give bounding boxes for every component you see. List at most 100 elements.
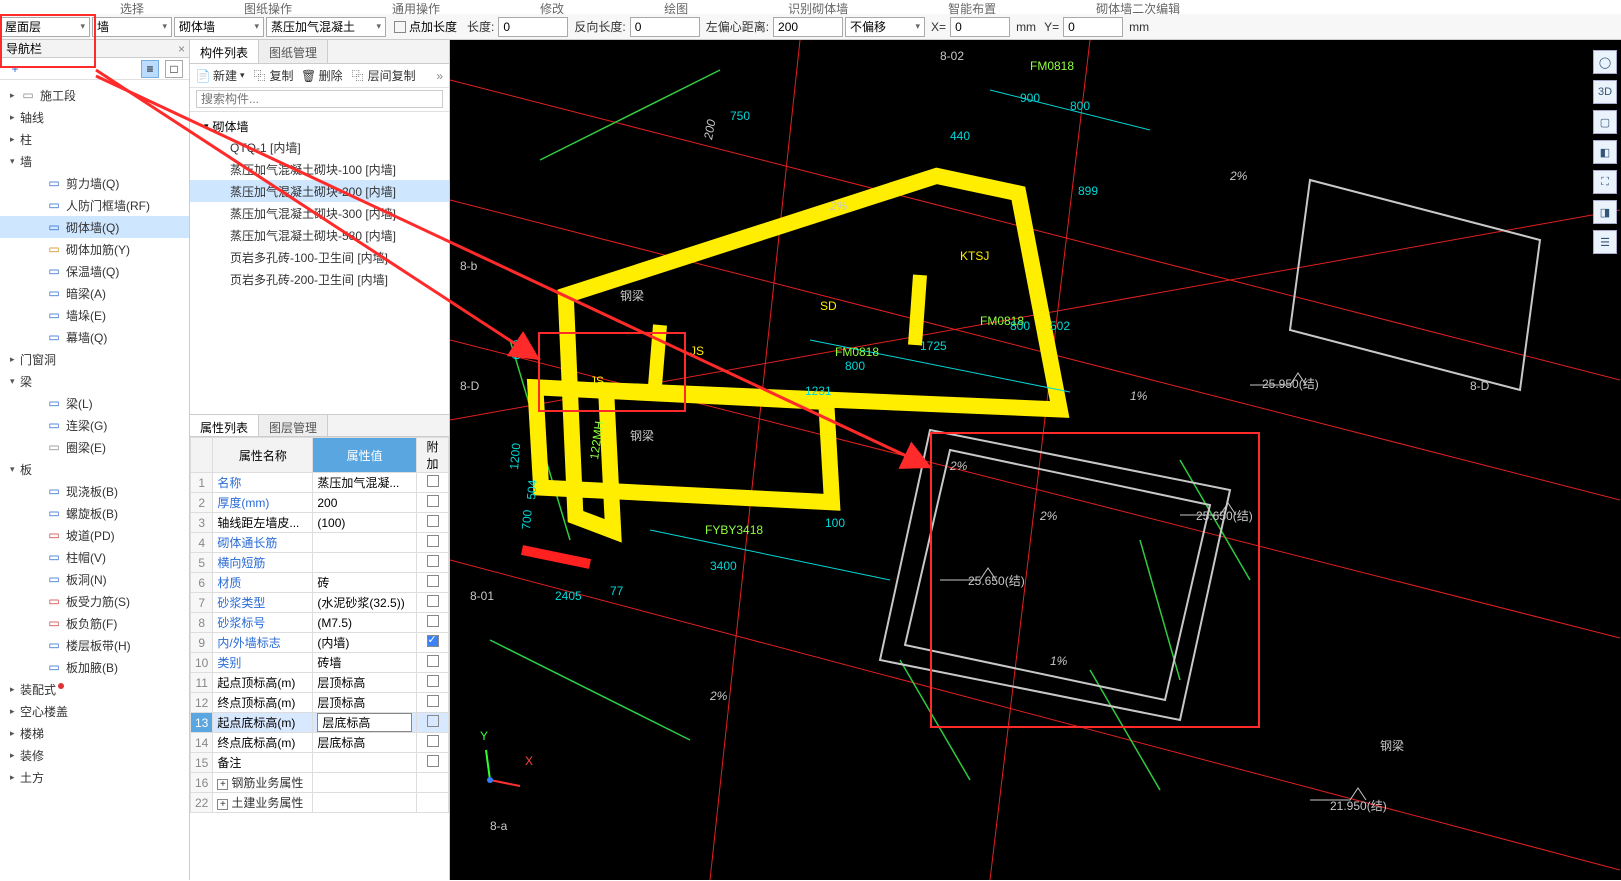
tree-item[interactable]: ▭保温墙(Q) (0, 260, 189, 282)
table-row[interactable]: 6材质砖 (191, 573, 449, 593)
x-input[interactable]: 0 (950, 17, 1010, 37)
tree-item[interactable]: ▸装配式 (0, 678, 189, 700)
nav-view-list-icon[interactable]: ≡ (141, 60, 159, 78)
list-item[interactable]: 蒸压加气混凝土砌块-100 [内墙] (190, 158, 449, 180)
extra-checkbox[interactable] (427, 735, 439, 747)
new-button[interactable]: 📄新建▾ (196, 67, 245, 84)
nav-view-detail-icon[interactable]: □ (165, 60, 183, 78)
list-item[interactable]: 页岩多孔砖-200-卫生间 [内墙] (190, 268, 449, 290)
table-row[interactable]: 12终点顶标高(m)层顶标高 (191, 693, 449, 713)
tree-item[interactable]: ▭板负筋(F) (0, 612, 189, 634)
tree-item[interactable]: ▾墙 (0, 150, 189, 172)
extra-checkbox[interactable] (427, 755, 439, 767)
component-group[interactable]: ▾砌体墙 (190, 116, 449, 136)
extra-checkbox[interactable] (427, 475, 439, 487)
tab-layer-mgmt[interactable]: 图层管理 (259, 415, 328, 436)
tree-item[interactable]: ▭暗梁(A) (0, 282, 189, 304)
view-iso-icon[interactable]: ◧ (1593, 140, 1617, 164)
table-row[interactable]: 7砂浆类型(水泥砂浆(32.5)) (191, 593, 449, 613)
table-row[interactable]: 13起点底标高(m)层底标高 (191, 713, 449, 733)
tree-item[interactable]: ▭现浇板(B) (0, 480, 189, 502)
tree-item[interactable]: ▭坡道(PD) (0, 524, 189, 546)
tree-item[interactable]: ▾板 (0, 458, 189, 480)
tree-item[interactable]: ▭螺旋板(B) (0, 502, 189, 524)
tree-item[interactable]: ▭墙垛(E) (0, 304, 189, 326)
tree-item[interactable]: ▭砌体墙(Q) (0, 216, 189, 238)
extra-checkbox[interactable] (427, 655, 439, 667)
floor-select[interactable]: 屋面层▾ (0, 17, 90, 37)
tree-item[interactable]: ▭板加腋(B) (0, 656, 189, 678)
delete-button[interactable]: 🗑删除 (302, 67, 343, 84)
tree-item[interactable]: ▭圈梁(E) (0, 436, 189, 458)
extra-checkbox[interactable] (427, 675, 439, 687)
nav-tree[interactable]: ▸▭施工段▸轴线▸柱▾墙▭剪力墙(Q)▭人防门框墙(RF)▭砌体墙(Q)▭砌体加… (0, 80, 189, 880)
view-list-icon[interactable]: ☰ (1593, 230, 1617, 254)
tab-component-list[interactable]: 构件列表 (190, 40, 259, 63)
tree-item[interactable]: ▭砌体加筋(Y) (0, 238, 189, 260)
extra-checkbox[interactable] (427, 635, 439, 647)
extra-checkbox[interactable] (427, 555, 439, 567)
revlen-input[interactable]: 0 (630, 17, 700, 37)
tree-item[interactable]: ▭板洞(N) (0, 568, 189, 590)
leftoff-input[interactable]: 200 (773, 17, 843, 37)
category-select[interactable]: 墙▾ (92, 17, 172, 37)
tree-item[interactable]: ▸装修 (0, 744, 189, 766)
drawing-canvas[interactable]: KTSJ SD JS JS JF FYBY3418 FM0818 FM0818 … (450, 40, 1621, 880)
table-row[interactable]: 1名称蒸压加气混凝... (191, 473, 449, 493)
offset-mode-select[interactable]: 不偏移▾ (845, 17, 925, 37)
table-row[interactable]: 15备注 (191, 753, 449, 773)
tree-item[interactable]: ▸轴线 (0, 106, 189, 128)
tree-item[interactable]: ▸楼梯 (0, 722, 189, 744)
table-row[interactable]: 22+土建业务属性 (191, 793, 449, 813)
tree-item[interactable]: ▾梁 (0, 370, 189, 392)
props-table[interactable]: 属性名称属性值附加 1名称蒸压加气混凝...2厚度(mm)2003轴线距左墙皮.… (190, 437, 449, 813)
view-top-icon[interactable]: ▢ (1593, 110, 1617, 134)
type-select[interactable]: 砌体墙▾ (174, 17, 264, 37)
length-input[interactable]: 0 (498, 17, 568, 37)
tree-item[interactable]: ▭人防门框墙(RF) (0, 194, 189, 216)
tree-item[interactable]: ▭剪力墙(Q) (0, 172, 189, 194)
tree-item[interactable]: ▭连梁(G) (0, 414, 189, 436)
table-row[interactable]: 11起点顶标高(m)层顶标高 (191, 673, 449, 693)
pointlen-checkbox[interactable]: 点加长度 (394, 18, 457, 35)
layer-copy-button[interactable]: ⿻层间复制 (351, 67, 416, 84)
tab-drawing-mgmt[interactable]: 图纸管理 (259, 40, 328, 63)
extra-checkbox[interactable] (427, 595, 439, 607)
tree-item[interactable]: ▭板受力筋(S) (0, 590, 189, 612)
table-row[interactable]: 3轴线距左墙皮...(100) (191, 513, 449, 533)
table-row[interactable]: 9内/外墙标志(内墙) (191, 633, 449, 653)
view-fit-icon[interactable]: ⛶ (1593, 170, 1617, 194)
list-item[interactable]: 蒸压加气混凝土砌块-200 [内墙] (190, 180, 449, 202)
tree-item[interactable]: ▸柱 (0, 128, 189, 150)
extra-checkbox[interactable] (427, 615, 439, 627)
extra-checkbox[interactable] (427, 575, 439, 587)
tree-item[interactable]: ▭幕墙(Q) (0, 326, 189, 348)
view-3d-icon[interactable]: 3D (1593, 80, 1617, 104)
tree-item[interactable]: ▸空心楼盖 (0, 700, 189, 722)
list-item[interactable]: QTQ-1 [内墙] (190, 136, 449, 158)
tree-item[interactable]: ▸▭施工段 (0, 84, 189, 106)
extra-checkbox[interactable] (427, 535, 439, 547)
table-row[interactable]: 14终点底标高(m)层底标高 (191, 733, 449, 753)
material-select[interactable]: 蒸压加气混凝土▾ (266, 17, 386, 37)
table-row[interactable]: 2厚度(mm)200 (191, 493, 449, 513)
list-item[interactable]: 页岩多孔砖-100-卫生间 [内墙] (190, 246, 449, 268)
extra-checkbox[interactable] (427, 515, 439, 527)
tab-props[interactable]: 属性列表 (190, 415, 259, 436)
component-list[interactable]: ▾砌体墙 QTQ-1 [内墙]蒸压加气混凝土砌块-100 [内墙]蒸压加气混凝土… (190, 112, 449, 294)
tree-item[interactable]: ▭柱帽(V) (0, 546, 189, 568)
table-row[interactable]: 4砌体通长筋 (191, 533, 449, 553)
search-input[interactable] (196, 90, 443, 108)
list-item[interactable]: 蒸压加气混凝土砌块-300 [内墙] (190, 202, 449, 224)
tree-item[interactable]: ▸土方 (0, 766, 189, 788)
extra-checkbox[interactable] (427, 695, 439, 707)
tree-item[interactable]: ▭楼层板带(H) (0, 634, 189, 656)
view-section-icon[interactable]: ◨ (1593, 200, 1617, 224)
extra-checkbox[interactable] (427, 715, 439, 727)
nav-close-icon[interactable]: × (178, 42, 185, 56)
table-row[interactable]: 8砂浆标号(M7.5) (191, 613, 449, 633)
tree-item[interactable]: ▸门窗洞 (0, 348, 189, 370)
more-icon[interactable]: » (436, 69, 443, 83)
tree-item[interactable]: ▭梁(L) (0, 392, 189, 414)
extra-checkbox[interactable] (427, 495, 439, 507)
